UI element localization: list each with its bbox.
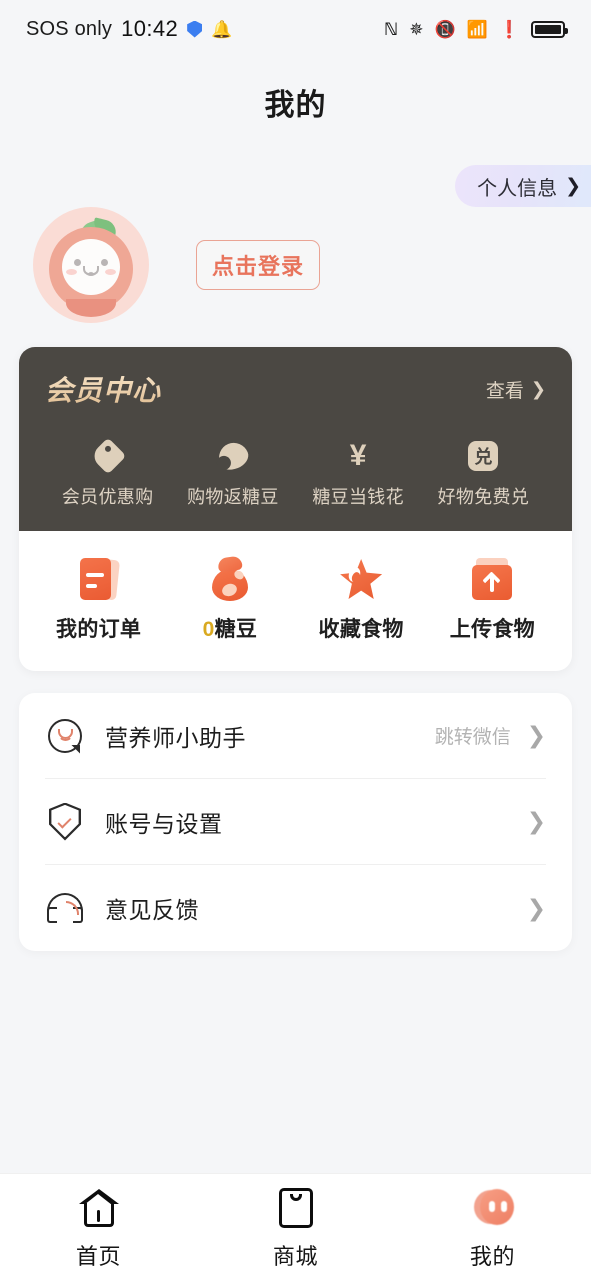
member-benefits: 会员优惠购 购物返糖豆 ¥ 糖豆当钱花 兑 好物免费兑 <box>45 437 546 509</box>
chevron-right-icon: ❯ <box>526 722 546 748</box>
nav-label: 我的 <box>469 1244 516 1269</box>
quick-actions-section: 我的订单 0糖豆 收藏食物 上传食物 <box>19 531 572 671</box>
avatar-cheek <box>66 269 77 275</box>
benefit-label: 糖豆当钱花 <box>312 487 404 507</box>
upload-icon <box>472 557 513 601</box>
menu-item-hint: 跳转微信 <box>434 727 511 748</box>
nav-item-mine[interactable]: 我的 <box>394 1186 591 1271</box>
nav-label: 商城 <box>272 1244 319 1269</box>
quick-action-favorites[interactable]: 收藏食物 <box>296 557 427 643</box>
quick-action-candy-beans[interactable]: 0糖豆 <box>164 555 295 643</box>
status-bar-left: SOS only 10:42 🔔 <box>26 16 232 42</box>
shield-check-icon <box>45 802 85 842</box>
avatar[interactable] <box>33 207 149 323</box>
menu-card: 营养师小助手 跳转微信 ❯ 账号与设置 ❯ 意见反馈 ❯ <box>19 693 572 951</box>
chevron-right-icon: ❯ <box>526 808 546 834</box>
personal-info-button[interactable]: 个人信息 ❯ <box>455 165 591 207</box>
member-center-header-section: 会员中心 查看 ❯ 会员优惠购 购物返糖豆 ¥ 糖豆当钱花 兑 好物免费兑 <box>19 347 572 531</box>
carrier-label: SOS only <box>26 17 113 40</box>
benefit-label: 购物返糖豆 <box>187 487 279 507</box>
quick-action-upload[interactable]: 上传食物 <box>427 557 558 643</box>
quick-actions: 我的订单 0糖豆 收藏食物 上传食物 <box>33 555 558 643</box>
personal-info-label: 个人信息 <box>477 177 558 200</box>
chevron-right-icon: ❯ <box>565 175 581 197</box>
exchange-icon: 兑 <box>421 439 546 473</box>
benefit-item-exchange[interactable]: 兑 好物免费兑 <box>421 439 546 509</box>
menu-item-feedback[interactable]: 意见反馈 ❯ <box>45 865 546 951</box>
member-center-card: 会员中心 查看 ❯ 会员优惠购 购物返糖豆 ¥ 糖豆当钱花 兑 好物免费兑 我的… <box>19 347 572 671</box>
member-center-view-label: 查看 <box>485 380 524 402</box>
home-icon <box>78 1186 119 1230</box>
avatar-eye <box>74 259 81 266</box>
chat-bubble-icon <box>45 716 85 756</box>
candy-bag-icon <box>209 555 251 601</box>
headset-icon <box>45 888 85 928</box>
benefit-label: 好物免费兑 <box>437 487 530 507</box>
menu-item-label: 账号与设置 <box>105 810 223 837</box>
member-center-title: 会员中心 <box>45 369 161 409</box>
page-title: 我的 <box>264 89 327 122</box>
alert-icon: ❗ <box>498 19 520 39</box>
avatar-cheek <box>105 269 116 275</box>
member-center-view-button[interactable]: 查看 ❯ <box>486 376 546 403</box>
clock-label: 10:42 <box>121 16 179 41</box>
benefit-item-discount[interactable]: 会员优惠购 <box>45 437 170 509</box>
login-button[interactable]: 点击登录 <box>196 240 320 290</box>
menu-item-label: 意见反馈 <box>105 897 199 923</box>
nav-label: 首页 <box>75 1244 122 1269</box>
vibrate-icon: 📵 <box>434 19 456 39</box>
battery-icon <box>531 20 568 38</box>
status-bar-right: ℕ ✵ 📵 📶 ❗ <box>384 19 568 39</box>
profile-row: 点击登录 <box>33 207 320 323</box>
quick-action-orders[interactable]: 我的订单 <box>33 557 164 643</box>
profile-face-icon <box>472 1186 514 1230</box>
quick-action-label: 上传食物 <box>449 618 535 641</box>
mall-bag-icon <box>278 1186 313 1230</box>
quick-action-label: 0糖豆 <box>203 613 258 643</box>
bluetooth-icon: ✵ <box>409 19 424 39</box>
wifi-icon: 📶 <box>466 19 488 39</box>
benefit-item-spend[interactable]: ¥ 糖豆当钱花 <box>296 439 421 509</box>
bell-icon: 🔔 <box>211 19 233 39</box>
quick-action-label: 我的订单 <box>56 618 142 641</box>
chevron-right-icon: ❯ <box>530 378 546 399</box>
avatar-eye <box>101 259 108 266</box>
star-icon <box>340 557 383 601</box>
bean-icon <box>170 438 295 474</box>
app-screen: SOS only 10:42 🔔 ℕ ✵ 📵 📶 ❗ 我的 个人信息 ❯ 点击登… <box>0 0 591 1280</box>
nav-item-home[interactable]: 首页 <box>0 1186 197 1271</box>
menu-item-nutritionist[interactable]: 营养师小助手 跳转微信 ❯ <box>45 693 546 779</box>
candy-bean-label: 糖豆 <box>214 618 258 641</box>
avatar-foot <box>66 299 116 317</box>
chevron-right-icon: ❯ <box>526 894 546 921</box>
benefit-item-cashback[interactable]: 购物返糖豆 <box>170 438 295 509</box>
shield-icon <box>187 20 203 38</box>
order-icon <box>79 557 120 601</box>
nfc-icon: ℕ <box>384 19 399 39</box>
bottom-nav: 首页 商城 我的 <box>0 1173 591 1280</box>
candy-bean-count: 0 <box>202 618 215 641</box>
menu-item-label: 营养师小助手 <box>105 724 246 751</box>
benefit-label: 会员优惠购 <box>61 487 154 507</box>
nav-item-mall[interactable]: 商城 <box>197 1186 394 1271</box>
tag-icon <box>45 437 170 475</box>
member-center-head: 会员中心 查看 ❯ <box>45 369 546 409</box>
status-bar: SOS only 10:42 🔔 ℕ ✵ 📵 📶 ❗ <box>0 0 591 58</box>
yen-icon: ¥ <box>349 439 367 472</box>
quick-action-label: 收藏食物 <box>318 618 404 641</box>
menu-item-account-settings[interactable]: 账号与设置 ❯ <box>45 779 546 865</box>
